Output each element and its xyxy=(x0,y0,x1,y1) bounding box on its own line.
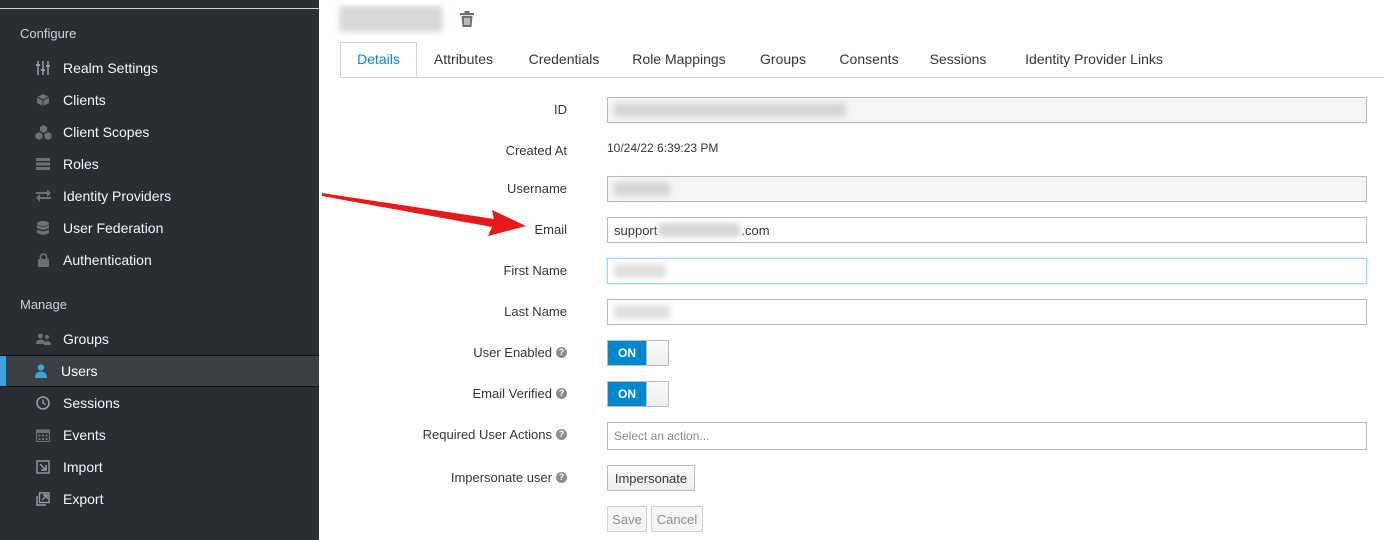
save-button[interactable]: Save xyxy=(607,506,647,532)
email-field[interactable]: support .com xyxy=(607,217,1367,243)
created-at-label: Created At xyxy=(505,143,567,158)
sidebar-item-label: Import xyxy=(63,459,103,475)
redacted-value xyxy=(614,182,670,196)
sidebar-item-clients[interactable]: Clients xyxy=(0,85,319,115)
clock-icon xyxy=(34,394,52,412)
email-verified-text: Email Verified xyxy=(472,386,552,401)
list-icon xyxy=(34,155,52,173)
main-content: Details Attributes Credentials Role Mapp… xyxy=(319,0,1384,540)
help-icon[interactable]: ? xyxy=(556,347,567,358)
redacted-value xyxy=(614,264,666,278)
first-name-field[interactable] xyxy=(607,258,1367,284)
email-verified-toggle[interactable]: ON xyxy=(607,381,669,407)
sidebar-item-export[interactable]: Export xyxy=(0,484,319,514)
sidebar-item-users[interactable]: Users xyxy=(0,355,319,387)
user-enabled-text: User Enabled xyxy=(473,345,552,360)
tab-role-mappings[interactable]: Role Mappings xyxy=(624,42,734,76)
email-prefix: support xyxy=(614,222,658,238)
calendar-icon xyxy=(34,426,52,444)
tab-credentials[interactable]: Credentials xyxy=(516,42,612,76)
cubes-icon xyxy=(34,123,52,141)
redacted-value xyxy=(614,305,670,319)
sidebar-item-groups[interactable]: Groups xyxy=(0,324,319,354)
id-field xyxy=(607,97,1367,123)
id-label: ID xyxy=(554,102,567,117)
toggle-knob xyxy=(646,341,668,365)
redacted-value xyxy=(614,103,846,117)
sidebar-item-label: User Federation xyxy=(63,220,164,236)
last-name-label: Last Name xyxy=(504,304,567,319)
required-actions-label: Required User Actions ? xyxy=(423,427,567,442)
toggle-knob xyxy=(646,382,668,406)
user-enabled-toggle[interactable]: ON xyxy=(607,340,669,366)
help-icon[interactable]: ? xyxy=(556,472,567,483)
cube-icon xyxy=(34,91,52,109)
sidebar-item-label: Users xyxy=(61,363,98,379)
sidebar-item-roles[interactable]: Roles xyxy=(0,149,319,179)
sidebar-item-label: Client Scopes xyxy=(63,124,150,140)
sidebar-item-label: Clients xyxy=(63,92,106,108)
exchange-icon xyxy=(34,187,52,205)
export-icon xyxy=(34,490,52,508)
help-icon[interactable]: ? xyxy=(556,429,567,440)
tab-identity-provider-links[interactable]: Identity Provider Links xyxy=(1005,42,1183,76)
email-verified-label: Email Verified ? xyxy=(473,386,567,401)
sidebar-item-label: Export xyxy=(63,491,104,507)
sidebar-item-label: Identity Providers xyxy=(63,188,172,204)
sidebar-item-label: Authentication xyxy=(63,252,152,268)
sidebar-item-label: Events xyxy=(63,427,106,443)
toggle-on-label: ON xyxy=(608,382,646,406)
required-actions-select[interactable]: Select an action... xyxy=(607,422,1367,450)
sidebar-item-user-federation[interactable]: User Federation xyxy=(0,213,319,243)
required-actions-text: Required User Actions xyxy=(422,427,552,442)
impersonate-button[interactable]: Impersonate xyxy=(607,465,695,491)
impersonate-label: Impersonate user ? xyxy=(451,470,567,485)
toggle-on-label: ON xyxy=(608,341,646,365)
sidebar-item-label: Sessions xyxy=(63,395,120,411)
email-label: Email xyxy=(534,222,567,237)
username-field xyxy=(607,176,1367,202)
sidebar-item-client-scopes[interactable]: Client Scopes xyxy=(0,117,319,147)
sidebar-item-authentication[interactable]: Authentication xyxy=(0,245,319,275)
sidebar-item-sessions[interactable]: Sessions xyxy=(0,388,319,418)
manage-section-title: Manage xyxy=(20,297,67,312)
user-enabled-label: User Enabled ? xyxy=(473,345,567,360)
sidebar-item-events[interactable]: Events xyxy=(0,420,319,450)
first-name-label: First Name xyxy=(503,263,567,278)
lock-icon xyxy=(34,251,52,269)
created-at-value: 10/24/22 6:39:23 PM xyxy=(607,141,719,155)
page-title-redacted xyxy=(339,6,443,32)
tab-attributes[interactable]: Attributes xyxy=(421,42,506,76)
configure-section-title: Configure xyxy=(20,26,77,41)
impersonate-text: Impersonate user xyxy=(450,470,552,485)
email-suffix: .com xyxy=(741,222,770,238)
tab-sessions[interactable]: Sessions xyxy=(924,42,992,76)
sliders-icon xyxy=(34,59,52,77)
database-icon xyxy=(34,219,52,237)
sidebar-item-realm-settings[interactable]: Realm Settings xyxy=(0,53,319,83)
annotation-arrow xyxy=(322,193,526,236)
user-icon xyxy=(32,362,50,380)
help-icon[interactable]: ? xyxy=(556,388,567,399)
sidebar-divider xyxy=(0,8,319,9)
import-icon xyxy=(34,458,52,476)
tab-consents[interactable]: Consents xyxy=(829,42,909,76)
tab-groups[interactable]: Groups xyxy=(743,42,823,76)
sidebar-item-label: Realm Settings xyxy=(63,60,158,76)
cancel-button[interactable]: Cancel xyxy=(651,506,703,532)
sidebar-item-label: Roles xyxy=(63,156,99,172)
tab-details[interactable]: Details xyxy=(340,42,417,77)
sidebar-item-label: Groups xyxy=(63,331,109,347)
tab-bar: Details Attributes Credentials Role Mapp… xyxy=(339,42,1384,78)
sidebar: Configure Realm Settings Clients Client … xyxy=(0,0,319,540)
users-icon xyxy=(34,330,52,348)
sidebar-item-import[interactable]: Import xyxy=(0,452,319,482)
sidebar-item-identity-providers[interactable]: Identity Providers xyxy=(0,181,319,211)
trash-icon[interactable] xyxy=(458,10,478,30)
last-name-field[interactable] xyxy=(607,299,1367,325)
redacted-value xyxy=(658,223,741,237)
active-indicator xyxy=(0,356,6,386)
